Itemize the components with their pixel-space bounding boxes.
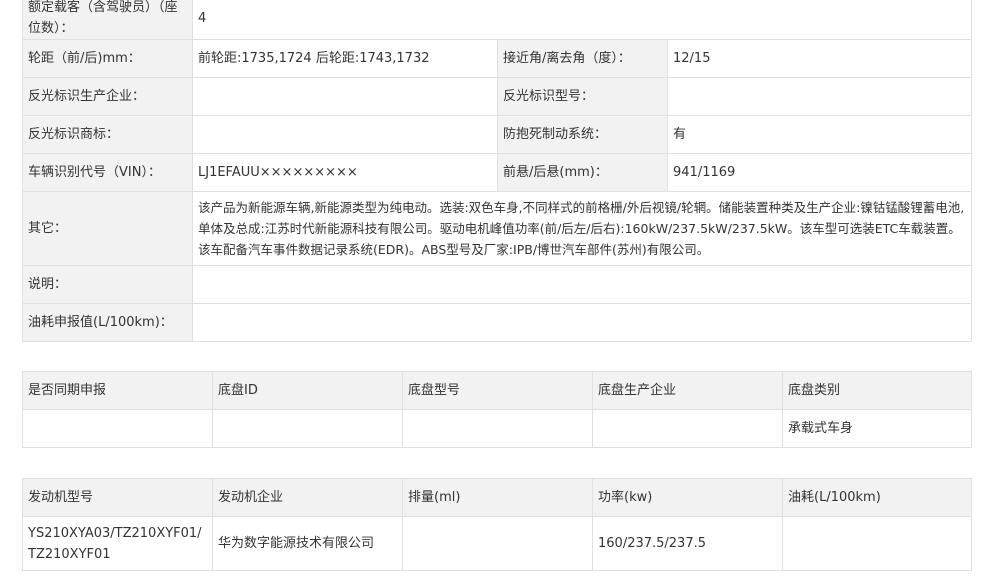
chassis-header: 底盘类别 bbox=[782, 371, 972, 410]
vin-value: LJ1EFAUU××××××××× bbox=[192, 153, 498, 192]
table-row: 额定载客（含驾驶员）（座位数）： 4 bbox=[22, 0, 973, 40]
table-header-row: 发动机型号 发动机企业 排量(ml) 功率(kw) 油耗(L/100km) bbox=[22, 478, 972, 517]
reflector-brand-value bbox=[192, 115, 498, 154]
spec-table: 额定载客（含驾驶员）（座位数）： 4 轮距（前/后)mm： 前轮距:1735,1… bbox=[22, 0, 973, 342]
engine-table: 发动机型号 发动机企业 排量(ml) 功率(kw) 油耗(L/100km) YS… bbox=[22, 478, 972, 571]
abs-label: 防抱死制动系统： bbox=[497, 115, 668, 154]
chassis-cell bbox=[212, 409, 403, 448]
note-label: 说明： bbox=[22, 265, 193, 304]
table-row: 轮距（前/后)mm： 前轮距:1735,1724 后轮距:1743,1732 接… bbox=[22, 39, 973, 78]
reflector-brand-label: 反光标识商标： bbox=[22, 115, 193, 154]
table-row: 油耗申报值(L/100km)： bbox=[22, 303, 973, 342]
table-row: 其它： 该产品为新能源车辆,新能源类型为纯电动。选装:双色车身,不同样式的前格栅… bbox=[22, 191, 973, 266]
engine-header: 发动机企业 bbox=[212, 478, 403, 517]
engine-header: 发动机型号 bbox=[22, 478, 213, 517]
table-row: 反光标识生产企业： 反光标识型号： bbox=[22, 77, 973, 116]
engine-cell: 华为数字能源技术有限公司 bbox=[212, 516, 403, 571]
reflector-model-label: 反光标识型号： bbox=[497, 77, 668, 116]
wheelbase-value: 前轮距:1735,1724 后轮距:1743,1732 bbox=[192, 39, 498, 78]
chassis-header: 底盘型号 bbox=[402, 371, 593, 410]
table-row: 承载式车身 bbox=[22, 409, 972, 448]
chassis-header: 底盘ID bbox=[212, 371, 403, 410]
engine-header: 功率(kw) bbox=[592, 478, 783, 517]
chassis-header: 底盘生产企业 bbox=[592, 371, 783, 410]
overhang-label: 前悬/后悬(mm)： bbox=[497, 153, 668, 192]
chassis-table: 是否同期申报 底盘ID 底盘型号 底盘生产企业 底盘类别 承载式车身 bbox=[22, 371, 972, 448]
other-label: 其它： bbox=[22, 191, 193, 266]
engine-cell bbox=[402, 516, 593, 571]
fuel-value bbox=[191, 303, 973, 342]
table-row: 反光标识商标： 防抱死制动系统： 有 bbox=[22, 115, 973, 154]
abs-value: 有 bbox=[666, 115, 973, 154]
other-value: 该产品为新能源车辆,新能源类型为纯电动。选装:双色车身,不同样式的前格栅/外后视… bbox=[191, 191, 973, 266]
chassis-cell bbox=[22, 409, 213, 448]
reflector-maker-value bbox=[192, 77, 498, 116]
chassis-cell bbox=[402, 409, 593, 448]
approach-label: 接近角/离去角（度）： bbox=[497, 39, 668, 78]
reflector-model-value bbox=[666, 77, 973, 116]
note-value bbox=[191, 265, 973, 304]
engine-cell bbox=[782, 516, 972, 571]
wheelbase-label: 轮距（前/后)mm： bbox=[22, 39, 193, 78]
seats-value: 4 bbox=[191, 0, 973, 40]
approach-value: 12/15 bbox=[666, 39, 973, 78]
chassis-cell: 承载式车身 bbox=[782, 409, 972, 448]
reflector-maker-label: 反光标识生产企业： bbox=[22, 77, 193, 116]
fuel-label: 油耗申报值(L/100km)： bbox=[22, 303, 193, 342]
engine-cell: 160/237.5/237.5 bbox=[592, 516, 783, 571]
table-row: YS210XYA03/TZ210XYF01/TZ210XYF01 华为数字能源技… bbox=[22, 516, 972, 571]
table-header-row: 是否同期申报 底盘ID 底盘型号 底盘生产企业 底盘类别 bbox=[22, 371, 972, 410]
engine-header: 排量(ml) bbox=[402, 478, 593, 517]
seats-label: 额定载客（含驾驶员）（座位数）： bbox=[22, 0, 193, 40]
chassis-cell bbox=[592, 409, 783, 448]
engine-cell: YS210XYA03/TZ210XYF01/TZ210XYF01 bbox=[22, 516, 213, 571]
engine-header: 油耗(L/100km) bbox=[782, 478, 972, 517]
vin-label: 车辆识别代号（VIN）： bbox=[22, 153, 193, 192]
overhang-value: 941/1169 bbox=[666, 153, 973, 192]
table-row: 说明： bbox=[22, 265, 973, 304]
table-row: 车辆识别代号（VIN）： LJ1EFAUU××××××××× 前悬/后悬(mm)… bbox=[22, 153, 973, 192]
chassis-header: 是否同期申报 bbox=[22, 371, 213, 410]
